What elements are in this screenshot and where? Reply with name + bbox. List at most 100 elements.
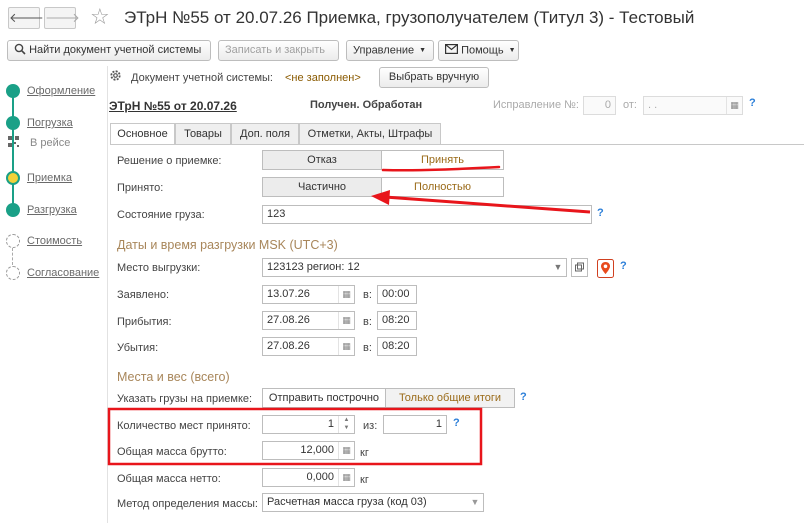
net-weight-input[interactable]: 0,000 ▦	[262, 468, 355, 487]
declared-time-prefix: в:	[363, 289, 372, 301]
net-label: Общая масса нетто:	[117, 473, 221, 485]
arrow-left-icon: 🡐	[9, 10, 44, 25]
help-menu-button[interactable]: Помощь ▼	[438, 40, 519, 61]
tab-marks-acts-fines[interactable]: Отметки, Акты, Штрафы	[299, 123, 441, 144]
help-question-icon[interactable]: ?	[520, 391, 527, 403]
step-unloading[interactable]: Разгрузка	[27, 204, 77, 216]
step-pending-icon	[6, 266, 20, 280]
declared-date-input[interactable]: 13.07.26 ▦	[262, 285, 355, 304]
step-in-transit: В рейсе	[30, 137, 71, 149]
departure-date-input[interactable]: 27.08.26 ▦	[262, 337, 355, 356]
step-approval[interactable]: Согласование	[27, 267, 99, 279]
cargo-state-input[interactable]: 123	[262, 205, 592, 224]
chevron-down-icon[interactable]: ▼	[550, 259, 566, 276]
correction-number-field[interactable]: 0	[583, 96, 616, 115]
of-label: из:	[363, 420, 378, 432]
help-question-icon[interactable]: ?	[597, 207, 604, 219]
doc-title-link[interactable]: ЭТрН №55 от 20.07.26	[109, 99, 237, 113]
arrival-time-prefix: в:	[363, 316, 372, 328]
choose-manually-button[interactable]: Выбрать вручную	[379, 67, 489, 88]
choose-manually-label: Выбрать вручную	[388, 71, 480, 83]
open-window-icon	[575, 262, 584, 272]
gross-weight-value: 12,000	[300, 444, 334, 456]
arrival-time-input[interactable]: 08:20	[377, 311, 417, 330]
help-question-icon[interactable]: ?	[453, 417, 460, 429]
correction-date-value: . .	[648, 99, 658, 111]
chevron-down-icon[interactable]: ▼	[467, 494, 483, 511]
specify-per-line-button[interactable]: Отправить построчно	[262, 388, 386, 408]
steps-connector	[12, 96, 14, 211]
unloading-place-value: 123123 регион: 12	[267, 261, 360, 273]
gross-label: Общая масса брутто:	[117, 446, 227, 458]
unloading-place-select[interactable]: 123123 регион: 12 ▼	[262, 258, 567, 277]
departure-time-prefix: в:	[363, 342, 372, 354]
accepted-full-button[interactable]: Полностью	[381, 177, 504, 197]
declared-label: Заявлено:	[117, 289, 170, 301]
help-question-icon[interactable]: ?	[620, 260, 627, 272]
tab-goods[interactable]: Товары	[175, 123, 231, 144]
accepted-partial-button[interactable]: Частично	[262, 177, 382, 197]
calendar-icon[interactable]: ▦	[338, 338, 354, 355]
places-section-title: Места и вес (всего)	[117, 370, 230, 384]
calendar-icon[interactable]: ▦	[338, 312, 354, 329]
favorite-star-icon[interactable]: ☆	[90, 4, 110, 30]
help-label: Помощь	[461, 44, 504, 57]
net-unit: кг	[360, 474, 369, 486]
step-acceptance[interactable]: Приемка	[27, 172, 72, 184]
tab-extra-fields[interactable]: Доп. поля	[231, 123, 299, 144]
net-weight-value: 0,000	[306, 471, 334, 483]
save-close-label: Записать и закрыть	[225, 44, 326, 56]
declared-time-input[interactable]: 00:00	[377, 285, 417, 304]
from-label: от:	[623, 99, 637, 111]
manage-menu-button[interactable]: Управление ▼	[346, 40, 434, 61]
forward-button[interactable]: 🡒	[44, 7, 80, 29]
mass-method-select[interactable]: Расчетная масса груза (код 03) ▼	[262, 493, 484, 512]
specify-totals-button[interactable]: Только общие итоги	[385, 388, 515, 408]
help-question-icon[interactable]: ?	[749, 97, 756, 109]
decision-accept-button[interactable]: Принять	[381, 150, 504, 170]
gross-unit: кг	[360, 447, 369, 459]
window-title: ЭТрН №55 от 20.07.26 Приемка, грузополуч…	[124, 8, 695, 27]
places-total-input[interactable]: 1	[383, 415, 447, 434]
stepper-icon[interactable]: ▲ ▼	[338, 416, 354, 433]
dates-section-title: Даты и время разгрузки MSK (UTC+3)	[117, 238, 338, 252]
find-document-button[interactable]: Найти документ учетной системы	[7, 40, 211, 61]
places-accepted-label: Количество мест принято:	[117, 420, 251, 432]
places-accepted-input[interactable]: 1 ▲ ▼	[262, 415, 355, 434]
mass-method-value: Расчетная масса груза (код 03)	[267, 496, 427, 508]
departure-date-value: 27.08.26	[267, 340, 310, 352]
dropdown-arrow-icon: ▼	[508, 47, 516, 54]
open-place-button[interactable]	[571, 258, 588, 277]
decision-reject-button[interactable]: Отказ	[262, 150, 382, 170]
doc-status: Получен. Обработан	[310, 99, 423, 111]
calendar-icon[interactable]: ▦	[726, 97, 742, 114]
doc-system-label: Документ учетной системы:	[131, 72, 273, 84]
place-label: Место выгрузки:	[117, 262, 201, 274]
step-cost[interactable]: Стоимость	[27, 235, 82, 247]
tab-main[interactable]: Основное	[110, 123, 175, 145]
arrival-label: Прибытия:	[117, 316, 172, 328]
manage-label: Управление	[353, 44, 415, 57]
step-loading[interactable]: Погрузка	[27, 117, 73, 129]
calculator-icon[interactable]: ▦	[338, 469, 354, 486]
arrival-date-input[interactable]: 27.08.26 ▦	[262, 311, 355, 330]
gross-weight-input[interactable]: 12,000 ▦	[262, 441, 355, 460]
accepted-label: Принято:	[117, 182, 164, 194]
calendar-icon[interactable]: ▦	[338, 286, 354, 303]
departure-time-input[interactable]: 08:20	[377, 337, 417, 356]
map-pin-icon[interactable]	[597, 259, 614, 278]
find-document-label: Найти документ учетной системы	[29, 44, 202, 56]
declared-date-value: 13.07.26	[267, 288, 310, 300]
doc-system-value: <не заполнен>	[285, 72, 361, 84]
calculator-icon[interactable]: ▦	[338, 442, 354, 459]
correction-label: Исправление №:	[493, 99, 579, 111]
method-label: Метод определения массы:	[117, 498, 258, 510]
gear-icon[interactable]	[109, 69, 122, 82]
back-button[interactable]: 🡐	[8, 7, 44, 29]
step-formalization[interactable]: Оформление	[27, 85, 95, 97]
correction-date-field[interactable]: . . ▦	[643, 96, 743, 115]
save-close-button[interactable]: Записать и закрыть	[218, 40, 339, 61]
arrival-date-value: 27.08.26	[267, 314, 310, 326]
step-done-icon	[6, 203, 20, 217]
dropdown-arrow-icon: ▼	[419, 47, 427, 54]
